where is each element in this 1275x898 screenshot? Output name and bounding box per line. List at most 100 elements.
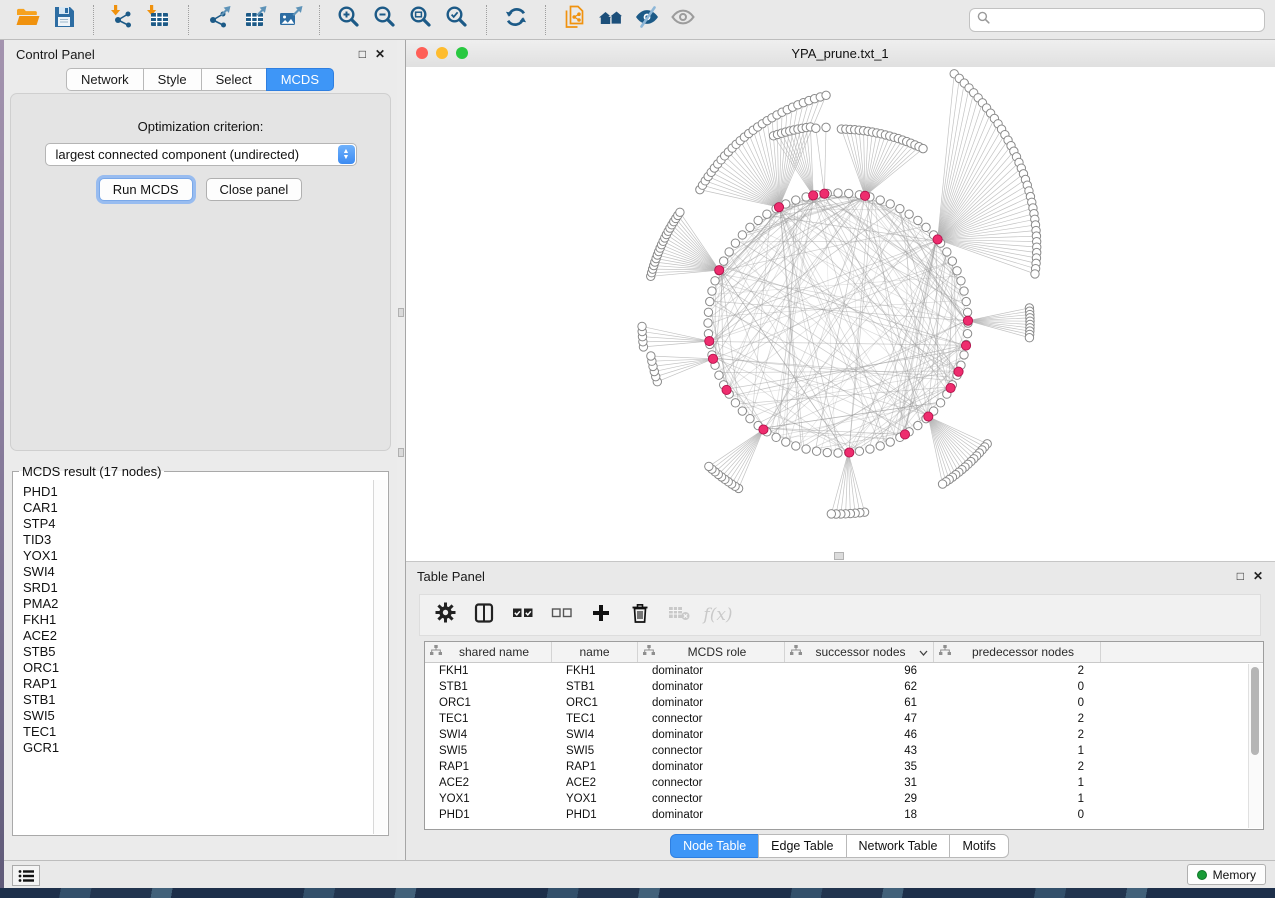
mcds-node[interactable] [933, 235, 942, 244]
mcds-node[interactable] [708, 354, 717, 363]
cell-shared-name[interactable]: SWI5 [425, 745, 552, 757]
column-header-successor-nodes[interactable]: successor nodes [785, 642, 934, 662]
mcds-result-item[interactable]: TEC1 [23, 724, 374, 740]
table-row[interactable]: SWI5SWI5connector431 [425, 743, 1263, 759]
mcds-result-item[interactable]: STB1 [23, 692, 374, 708]
mcds-node[interactable] [715, 266, 724, 275]
tab-network-table[interactable]: Network Table [846, 834, 951, 858]
mcds-result-item[interactable]: ACE2 [23, 628, 374, 644]
cell-MCDS-role[interactable]: connector [638, 745, 785, 757]
table-scrollbar-thumb[interactable] [1251, 667, 1259, 755]
cell-predecessor-nodes[interactable]: 1 [934, 793, 1101, 805]
cell-successor-nodes[interactable]: 35 [785, 761, 934, 773]
network-titlebar[interactable]: YPA_prune.txt_1 [405, 40, 1275, 68]
mcds-result-item[interactable]: RAP1 [23, 676, 374, 692]
mcds-result-item[interactable]: TID3 [23, 532, 374, 548]
mcds-result-item[interactable]: GCR1 [23, 740, 374, 756]
cell-name[interactable]: SWI5 [552, 745, 638, 757]
cell-predecessor-nodes[interactable]: 2 [934, 713, 1101, 725]
cell-MCDS-role[interactable]: dominator [638, 809, 785, 821]
minimize-traffic-light[interactable] [436, 47, 448, 59]
cell-MCDS-role[interactable]: dominator [638, 681, 785, 693]
mcds-result-item[interactable]: SRD1 [23, 580, 374, 596]
cell-shared-name[interactable]: YOX1 [425, 793, 552, 805]
mcds-result-item[interactable]: YOX1 [23, 548, 374, 564]
table-row[interactable]: STB1STB1dominator620 [425, 679, 1263, 695]
cell-successor-nodes[interactable]: 18 [785, 809, 934, 821]
cell-MCDS-role[interactable]: connector [638, 777, 785, 789]
cell-predecessor-nodes[interactable]: 2 [934, 665, 1101, 677]
cell-predecessor-nodes[interactable]: 1 [934, 745, 1101, 757]
mcds-node[interactable] [954, 367, 963, 376]
table-row[interactable]: YOX1YOX1connector291 [425, 791, 1263, 807]
cell-shared-name[interactable]: ACE2 [425, 777, 552, 789]
cell-shared-name[interactable]: TEC1 [425, 713, 552, 725]
cell-name[interactable]: PHD1 [552, 809, 638, 821]
tab-motifs[interactable]: Motifs [949, 834, 1008, 858]
share-document-button[interactable] [557, 4, 593, 36]
close-window-icon[interactable]: ✕ [375, 48, 385, 60]
tab-node-table[interactable]: Node Table [670, 834, 759, 858]
tab-style[interactable]: Style [143, 68, 202, 91]
cell-successor-nodes[interactable]: 47 [785, 713, 934, 725]
cell-MCDS-role[interactable]: dominator [638, 761, 785, 773]
column-header-predecessor-nodes[interactable]: predecessor nodes [934, 642, 1101, 662]
mcds-result-item[interactable]: SWI5 [23, 708, 374, 724]
deselect-all-button[interactable] [547, 600, 577, 630]
splitter-grip[interactable] [398, 448, 404, 457]
mcds-node[interactable] [924, 412, 933, 421]
tab-mcds[interactable]: MCDS [266, 68, 334, 91]
houses-button[interactable] [593, 4, 629, 36]
cell-MCDS-role[interactable]: connector [638, 713, 785, 725]
show-eye-button[interactable] [665, 4, 701, 36]
search-field[interactable] [995, 12, 1257, 28]
table-row[interactable]: ORC1ORC1dominator610 [425, 695, 1263, 711]
cell-name[interactable]: SWI4 [552, 729, 638, 741]
cell-successor-nodes[interactable]: 61 [785, 697, 934, 709]
mcds-node[interactable] [722, 385, 731, 394]
mcds-result-list[interactable]: PHD1CAR1STP4TID3YOX1SWI4SRD1PMA2FKH1ACE2… [14, 481, 374, 834]
splitter-grip[interactable] [398, 308, 404, 317]
mcds-node[interactable] [963, 316, 972, 325]
export-table-button[interactable] [236, 4, 272, 36]
mcds-node[interactable] [900, 430, 909, 439]
mcds-node[interactable] [820, 189, 829, 198]
mcds-node[interactable] [774, 203, 783, 212]
split-columns-button[interactable] [469, 600, 499, 630]
tab-edge-table[interactable]: Edge Table [758, 834, 846, 858]
search-input[interactable] [969, 8, 1265, 32]
import-table-button[interactable] [141, 4, 177, 36]
zoom-in-button[interactable] [331, 4, 367, 36]
cell-predecessor-nodes[interactable]: 0 [934, 697, 1101, 709]
open-folder-button[interactable] [10, 4, 46, 36]
mcds-node[interactable] [759, 425, 768, 434]
float-window-icon[interactable]: □ [1237, 570, 1244, 582]
table-row[interactable]: TEC1TEC1connector472 [425, 711, 1263, 727]
cell-shared-name[interactable]: ORC1 [425, 697, 552, 709]
table-row[interactable]: ACE2ACE2connector311 [425, 775, 1263, 791]
table-row[interactable]: RAP1RAP1dominator352 [425, 759, 1263, 775]
float-window-icon[interactable]: □ [359, 48, 366, 60]
cell-shared-name[interactable]: RAP1 [425, 761, 552, 773]
close-window-icon[interactable]: ✕ [1253, 570, 1263, 582]
select-all-button[interactable] [508, 600, 538, 630]
mcds-node[interactable] [961, 341, 970, 350]
gear-button[interactable] [430, 600, 460, 630]
column-header-name[interactable]: name [552, 642, 638, 662]
mcds-node[interactable] [946, 383, 955, 392]
cell-name[interactable]: FKH1 [552, 665, 638, 677]
criterion-dropdown[interactable]: largest connected component (undirected)… [45, 143, 357, 166]
cell-successor-nodes[interactable]: 46 [785, 729, 934, 741]
mcds-result-item[interactable]: STB5 [23, 644, 374, 660]
mcds-node[interactable] [705, 336, 714, 345]
cell-shared-name[interactable]: PHD1 [425, 809, 552, 821]
trash-button[interactable] [625, 600, 655, 630]
cell-shared-name[interactable]: FKH1 [425, 665, 552, 677]
run-mcds-button[interactable]: Run MCDS [99, 178, 193, 201]
cell-shared-name[interactable]: SWI4 [425, 729, 552, 741]
cell-MCDS-role[interactable]: connector [638, 793, 785, 805]
cell-name[interactable]: ORC1 [552, 697, 638, 709]
cell-successor-nodes[interactable]: 96 [785, 665, 934, 677]
cell-successor-nodes[interactable]: 29 [785, 793, 934, 805]
cell-name[interactable]: TEC1 [552, 713, 638, 725]
